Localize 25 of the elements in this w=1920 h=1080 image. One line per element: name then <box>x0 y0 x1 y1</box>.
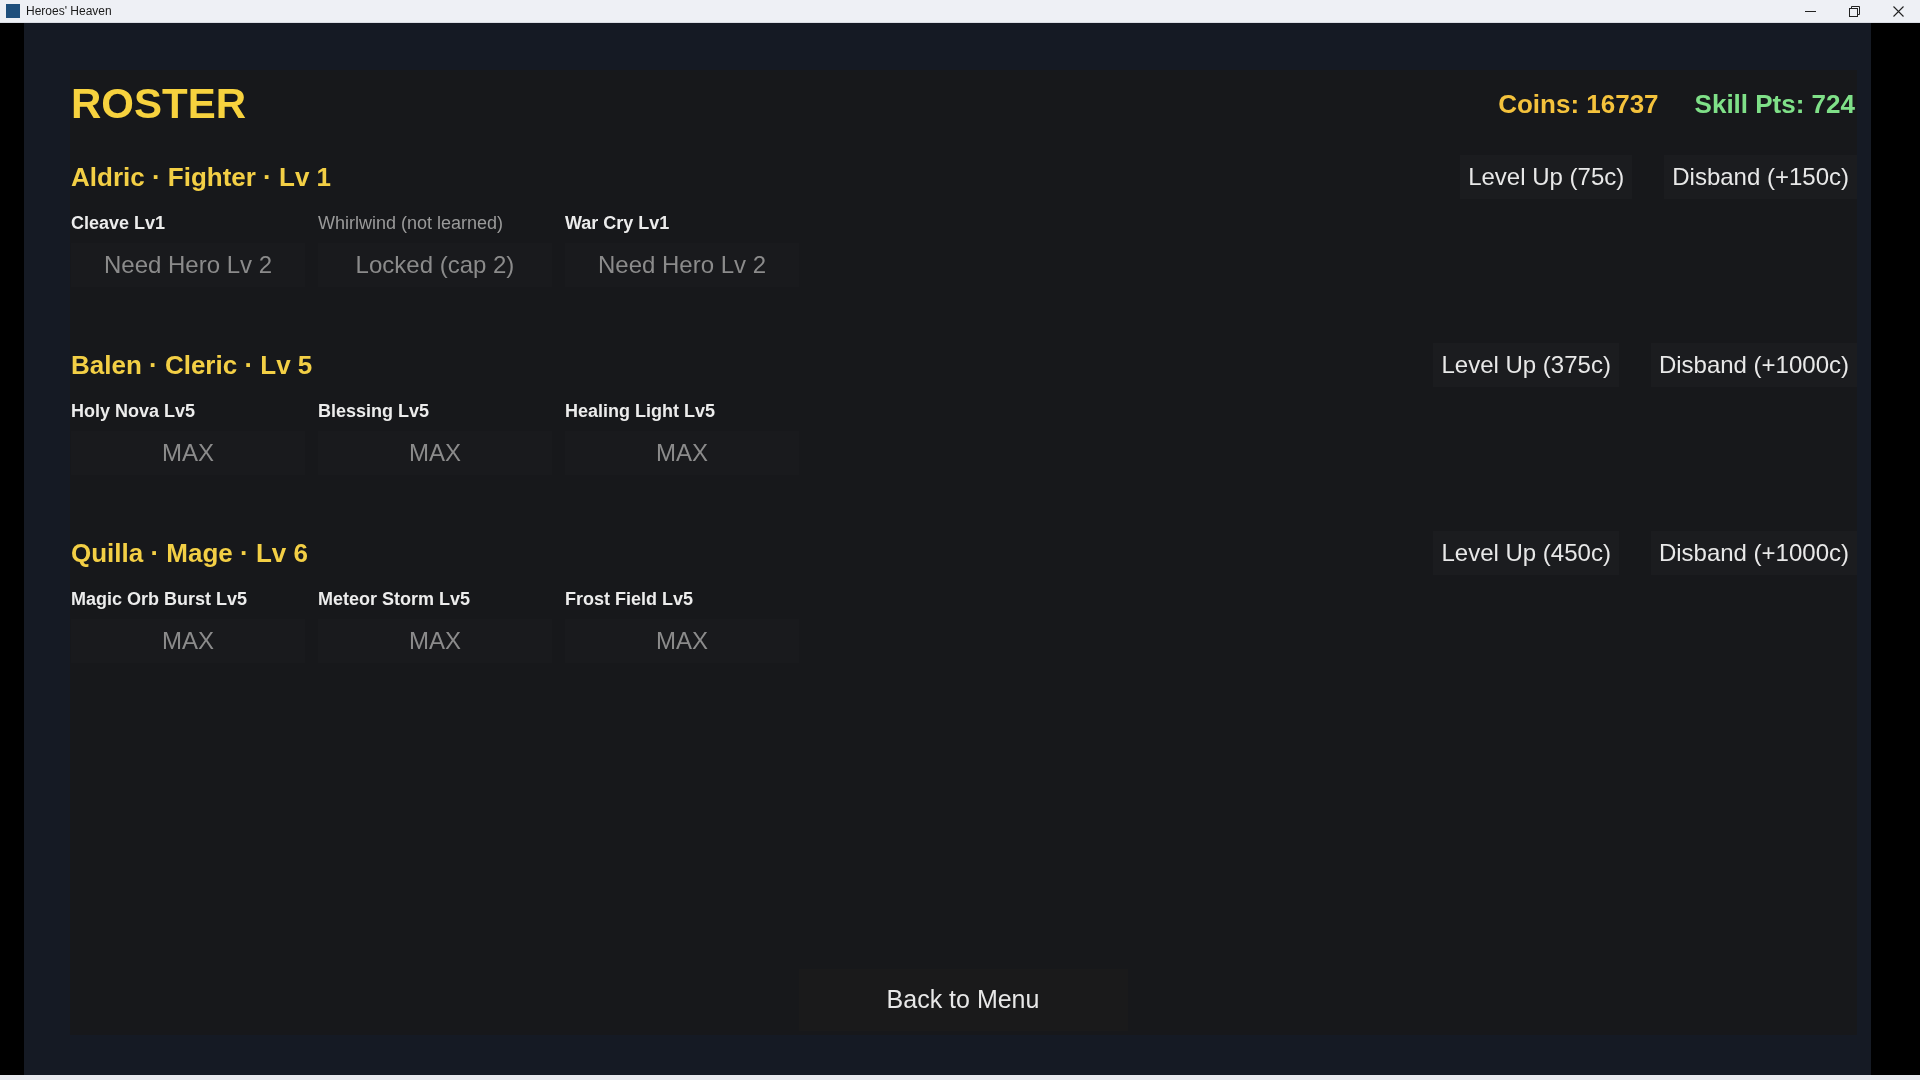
level-up-button[interactable]: Level Up (75c) <box>1460 155 1633 199</box>
app-icon <box>6 4 20 18</box>
hero-title: Quilla · Mage · Lv 6 <box>71 540 308 566</box>
hero-title: Aldric · Fighter · Lv 1 <box>71 164 332 190</box>
skill-points-counter: Skill Pts: 724 <box>1694 91 1855 117</box>
skill-name: Holy Nova Lv5 <box>71 400 197 423</box>
skill-name: Healing Light Lv5 <box>565 400 716 423</box>
coins-counter: Coins: 16737 <box>1498 91 1659 117</box>
disband-button[interactable]: Disband (+1000c) <box>1650 531 1857 575</box>
skill-name: Whirlwind (not learned) <box>318 212 505 235</box>
skill-name: Magic Orb Burst Lv5 <box>71 588 249 611</box>
screen-title: ROSTER <box>71 83 246 125</box>
skill-name: Meteor Storm Lv5 <box>318 588 472 611</box>
skill-name: Cleave Lv1 <box>71 212 167 235</box>
hero-title: Balen · Cleric · Lv 5 <box>71 352 313 378</box>
level-up-button[interactable]: Level Up (375c) <box>1433 343 1619 387</box>
window-title: Heroes' Heaven <box>26 5 112 17</box>
restore-icon[interactable] <box>1849 5 1860 17</box>
skill-name: War Cry Lv1 <box>565 212 671 235</box>
skill-name: Blessing Lv5 <box>318 400 431 423</box>
disband-button[interactable]: Disband (+150c) <box>1664 155 1857 199</box>
disband-button[interactable]: Disband (+1000c) <box>1650 343 1857 387</box>
skill-name: Frost Field Lv5 <box>565 588 695 611</box>
close-icon[interactable] <box>1893 5 1904 17</box>
level-up-button[interactable]: Level Up (450c) <box>1433 531 1619 575</box>
